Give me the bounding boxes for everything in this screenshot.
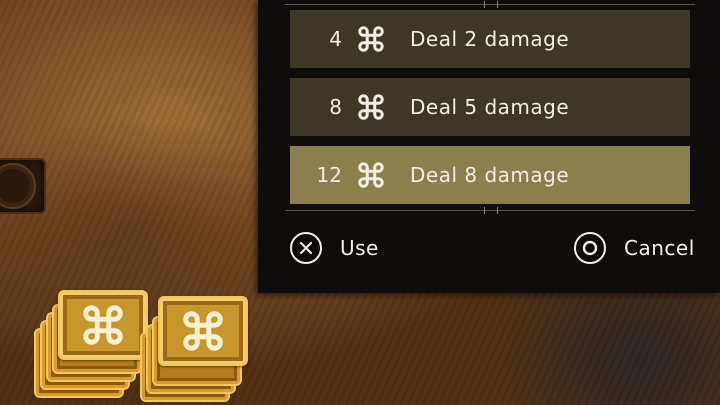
- option-effect: Deal 5 damage: [410, 95, 570, 119]
- cancel-button[interactable]: Cancel: [574, 230, 695, 266]
- top-divider: [285, 1, 695, 8]
- option-cost: 12: [316, 163, 342, 187]
- command-key-icon: [83, 305, 123, 345]
- use-button[interactable]: Use: [290, 230, 379, 266]
- divider-ornament: [484, 207, 498, 214]
- cancel-label: Cancel: [624, 236, 695, 260]
- option-effect: Deal 8 damage: [410, 163, 570, 187]
- command-key-icon: [356, 24, 386, 54]
- command-key-icon: [356, 160, 386, 190]
- bottom-divider: [285, 207, 695, 214]
- divider-ornament: [484, 1, 498, 8]
- medallion-ring: [0, 163, 36, 209]
- use-label: Use: [340, 236, 379, 260]
- cross-button-icon: [290, 232, 322, 264]
- ability-option-2[interactable]: 8 Deal 5 damage: [290, 78, 690, 136]
- option-effect: Deal 2 damage: [410, 27, 570, 51]
- token-top: [158, 296, 248, 366]
- ability-option-1[interactable]: 4 Deal 2 damage: [290, 10, 690, 68]
- option-cost: 4: [329, 27, 342, 51]
- token-top: [58, 290, 148, 360]
- carved-medallion-decoration: [0, 158, 46, 214]
- ability-option-3-selected[interactable]: 12 Deal 8 damage: [290, 146, 690, 204]
- option-cost: 8: [329, 95, 342, 119]
- command-key-icon: [356, 92, 386, 122]
- token-stack-right: [138, 296, 268, 405]
- circle-button-icon: [574, 232, 606, 264]
- command-key-icon: [183, 311, 223, 351]
